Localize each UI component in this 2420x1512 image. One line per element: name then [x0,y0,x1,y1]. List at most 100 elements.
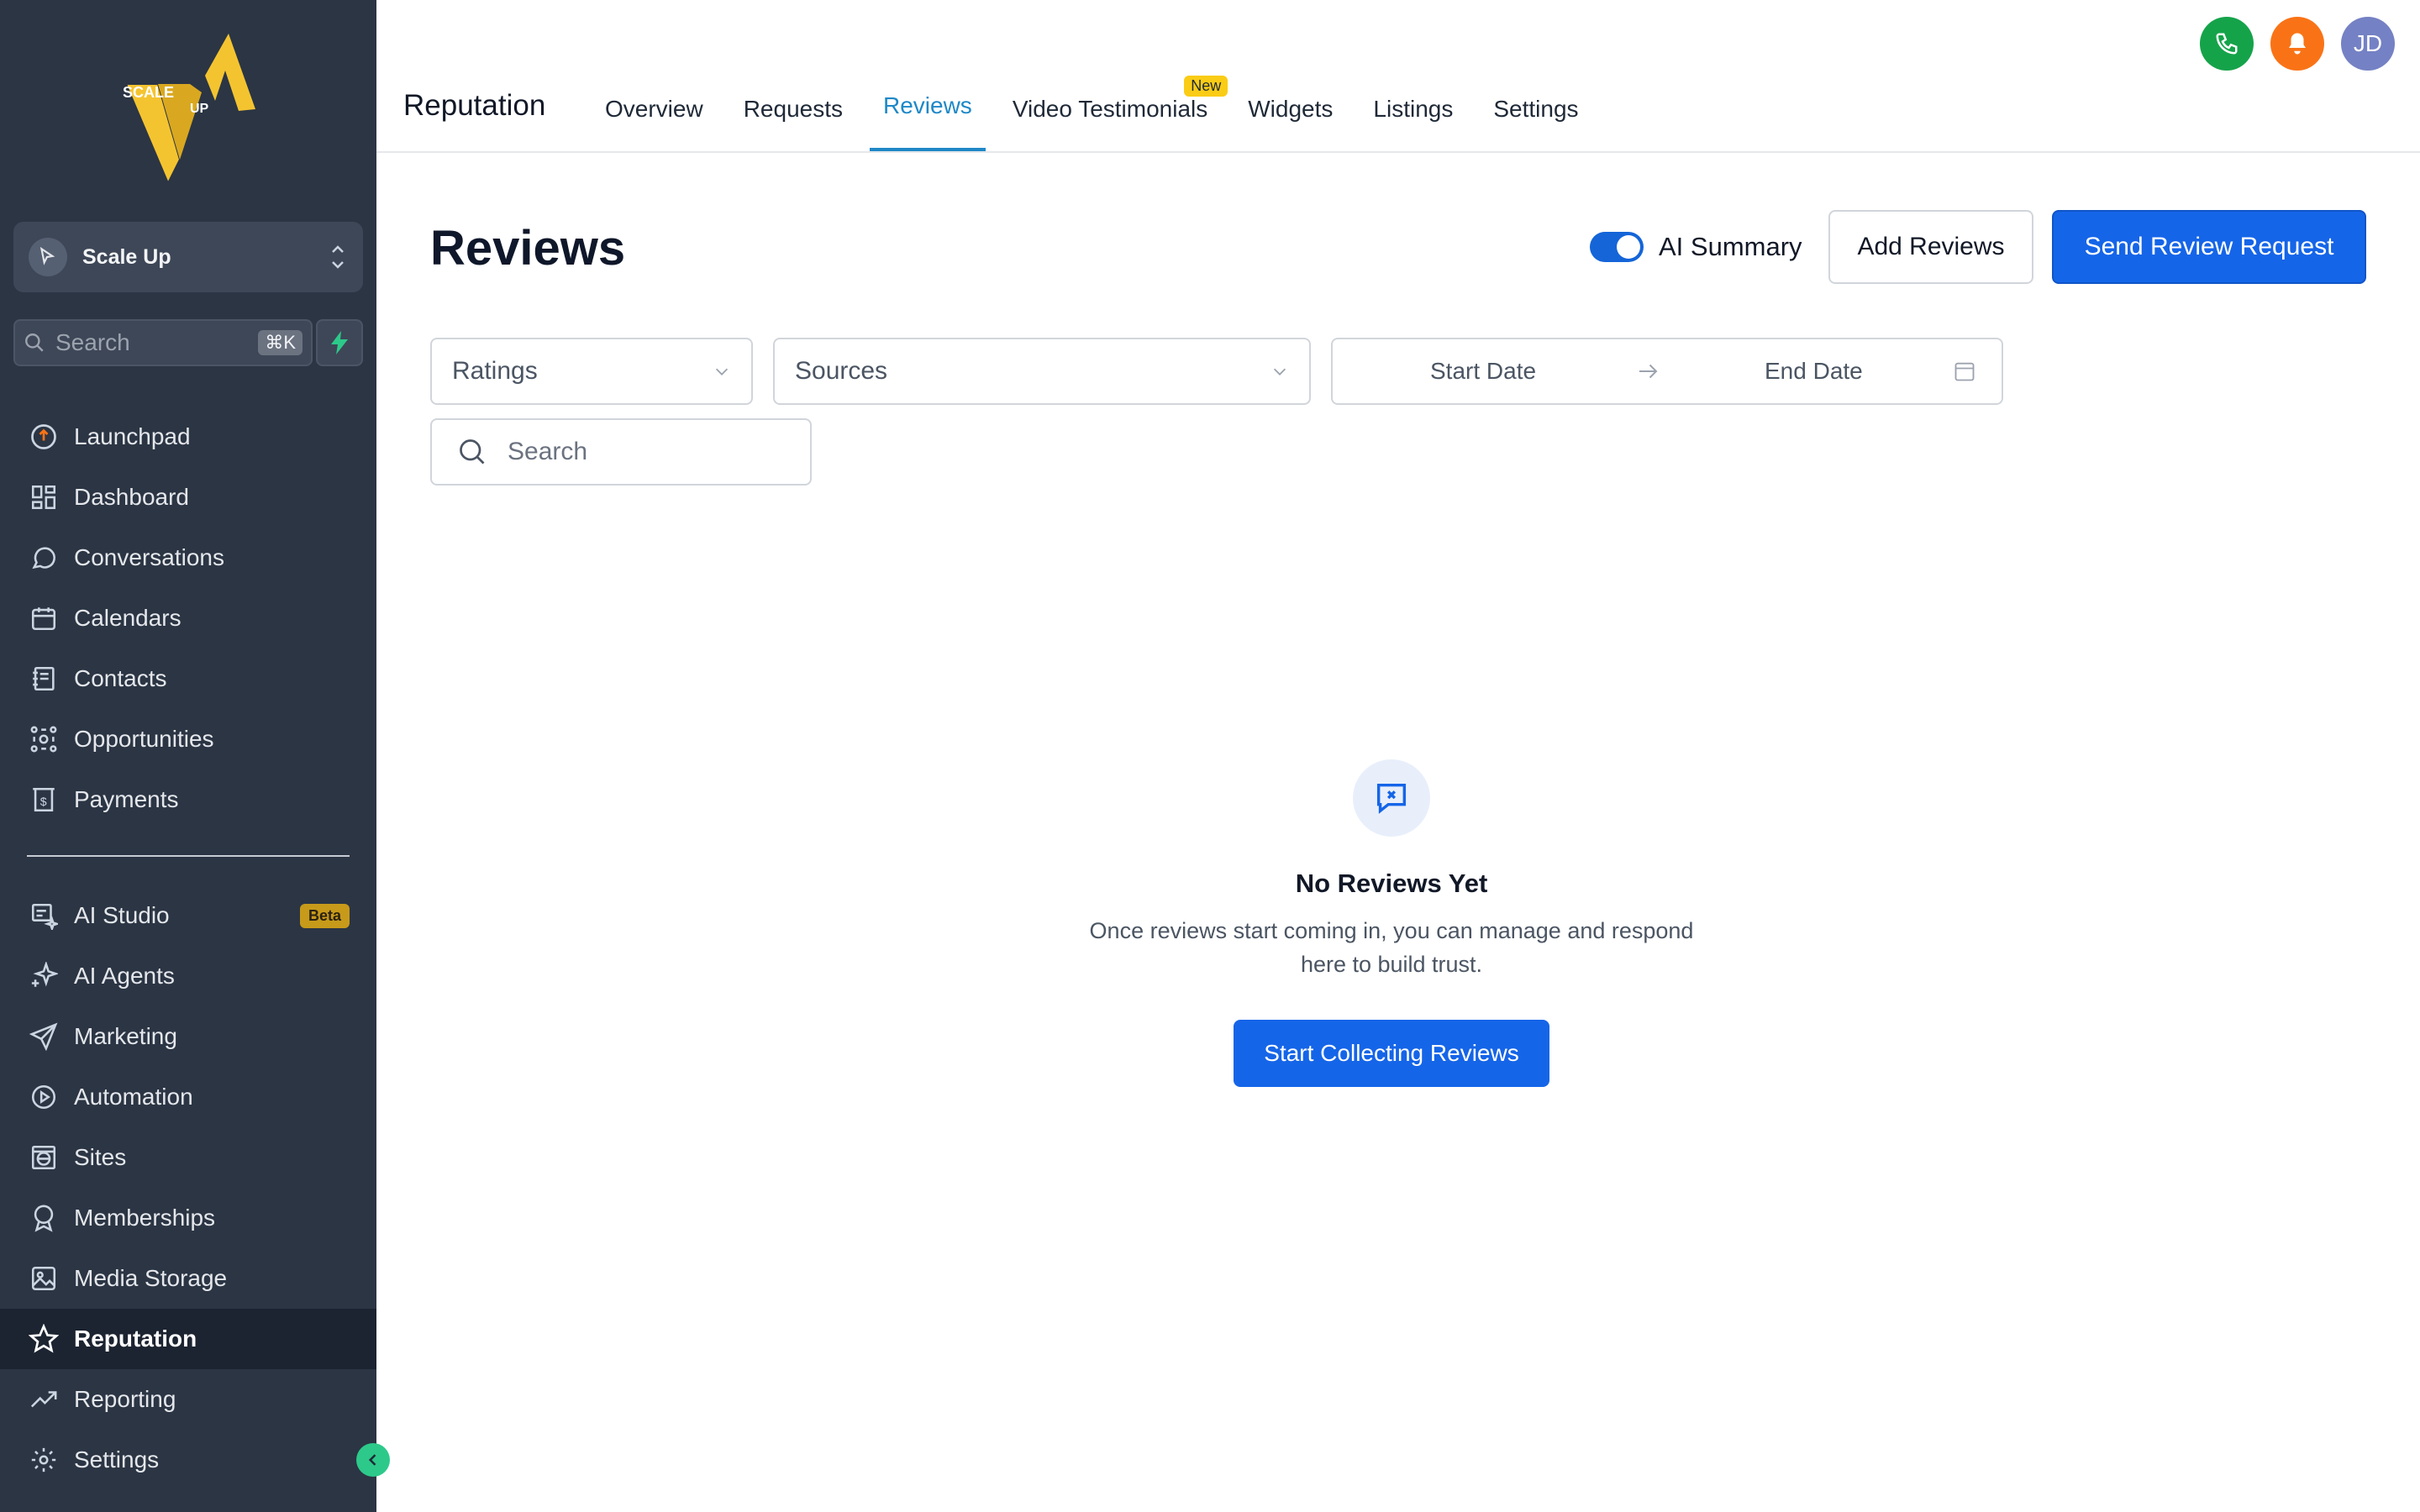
sidebar-item-ai-studio[interactable]: AI Studio Beta [0,885,376,946]
sparkles-icon [27,959,60,993]
sidebar-item-payments[interactable]: $ Payments [0,769,376,830]
tab-label: Reviews [883,92,972,118]
sidebar-item-label: Payments [74,786,179,812]
award-icon [27,1201,60,1235]
globe-icon [27,1141,60,1174]
beta-badge: Beta [299,903,350,928]
sidebar-item-label: Dashboard [74,484,189,510]
chevron-left-icon [368,1454,376,1466]
sidebar-item-sites[interactable]: Sites [0,1127,376,1188]
contacts-icon [27,662,60,696]
empty-title: No Reviews Yet [1295,869,1488,898]
trend-icon [27,1383,60,1416]
calendar-icon [1954,362,1975,381]
image-icon [27,1262,60,1295]
page-title: Reviews [430,221,626,276]
notifications-button[interactable] [2270,17,2324,71]
tab-listings[interactable]: Listings [1360,81,1466,151]
phone-button[interactable] [2200,17,2254,71]
app-root: SCALE UP Scale Up Search ⌘K Launchpad Da… [0,0,2420,1512]
add-reviews-button[interactable]: Add Reviews [1828,210,2033,284]
date-range-picker[interactable]: Start Date End Date [1331,338,2003,405]
sidebar-item-media-storage[interactable]: Media Storage [0,1248,376,1309]
sidebar-item-marketing[interactable]: Marketing [0,1006,376,1067]
rocket-icon [27,420,60,454]
sidebar-item-opportunities[interactable]: Opportunities [0,709,376,769]
sidebar-item-reputation[interactable]: Reputation [0,1309,376,1369]
sources-select[interactable]: Sources [773,338,1311,405]
quick-action-button[interactable] [316,319,363,366]
search-icon [460,439,485,465]
sidebar-divider [27,855,350,857]
start-date-input[interactable]: Start Date [1430,358,1536,385]
sidebar-item-label: Opportunities [74,726,214,752]
start-collecting-reviews-button[interactable]: Start Collecting Reviews [1234,1020,1549,1087]
empty-description: Once reviews start coming in, you can ma… [1039,914,1744,981]
sidebar-item-label: Reporting [74,1386,176,1412]
sidebar-nav-secondary: AI Studio Beta AI Agents Marketing Autom… [0,885,376,1490]
sidebar-collapse-button[interactable] [356,1443,390,1477]
ai-studio-icon [27,899,60,932]
payments-icon: $ [27,783,60,816]
end-date-input[interactable]: End Date [1765,358,1863,385]
empty-description-line: Once reviews start coming in, you can ma… [1089,918,1694,943]
sidebar-item-calendars[interactable]: Calendars [0,588,376,648]
search-icon [25,333,44,352]
main-content: Reviews AI Summary Add Reviews Send Revi… [376,155,2420,1512]
sidebar-item-launchpad[interactable]: Launchpad [0,407,376,467]
sidebar-search-placeholder: Search [55,329,130,355]
sidebar-item-reporting[interactable]: Reporting [0,1369,376,1430]
ai-summary-switch[interactable] [1590,232,1644,262]
tab-requests[interactable]: Requests [730,81,856,151]
sidebar-item-conversations[interactable]: Conversations [0,528,376,588]
sidebar-search[interactable]: Search ⌘K [13,319,313,366]
star-icon [27,1322,60,1356]
send-icon [27,1020,60,1053]
ai-summary-toggle[interactable]: AI Summary [1590,232,1802,262]
sidebar-item-dashboard[interactable]: Dashboard [0,467,376,528]
account-switcher[interactable]: Scale Up [13,222,363,292]
tab-reviews[interactable]: Reviews [870,81,986,151]
sidebar-item-settings[interactable]: Settings [0,1430,376,1490]
ratings-select[interactable]: Ratings [430,338,753,405]
calendar-icon [27,601,60,635]
sidebar-item-label: Reputation [74,1326,197,1352]
chevron-up-down-icon [332,245,344,269]
arrow-right-icon [1639,364,1658,379]
grid-icon [27,480,60,514]
ratings-placeholder: Ratings [452,357,538,385]
sidebar-item-label: Memberships [74,1205,216,1231]
sidebar-item-label: AI Studio [74,902,170,928]
scale-up-logo[interactable]: SCALE UP [121,34,255,186]
top-bar: Reputation Overview Requests Reviews Vid… [376,0,2420,153]
tab-label: Requests [743,96,843,122]
empty-state: No Reviews Yet Once reviews start coming… [1039,759,1744,1087]
sidebar-item-contacts[interactable]: Contacts [0,648,376,709]
automation-icon [27,1080,60,1114]
tab-widgets[interactable]: Widgets [1234,81,1346,151]
sidebar-item-label: Launchpad [74,423,191,449]
tab-video-testimonials[interactable]: Video Testimonials New [999,76,1228,151]
sidebar-item-memberships[interactable]: Memberships [0,1188,376,1248]
opportunities-icon [27,722,60,756]
bell-icon [2289,33,2306,55]
sidebar-item-label: Settings [74,1446,160,1473]
sidebar-item-label: Sites [74,1144,127,1170]
empty-reviews-icon [1353,759,1430,837]
gear-icon [27,1443,60,1477]
reviews-search-placeholder: Search [508,438,588,465]
tab-label: Overview [605,96,703,122]
tab-label: Video Testimonials [1012,96,1208,122]
empty-description-line: here to build trust. [1300,952,1483,977]
tab-settings[interactable]: Settings [1480,81,1591,151]
tab-label: Widgets [1248,96,1334,122]
send-review-request-button[interactable]: Send Review Request [2052,210,2366,284]
logo-text-scale: SCALE [123,84,174,101]
reviews-search-input[interactable]: Search [430,418,812,486]
account-name: Scale Up [82,244,171,269]
sidebar-item-label: AI Agents [74,963,175,989]
tab-overview[interactable]: Overview [592,81,717,151]
sidebar-item-automation[interactable]: Automation [0,1067,376,1127]
sidebar-item-ai-agents[interactable]: AI Agents [0,946,376,1006]
user-avatar[interactable]: JD [2341,17,2395,71]
